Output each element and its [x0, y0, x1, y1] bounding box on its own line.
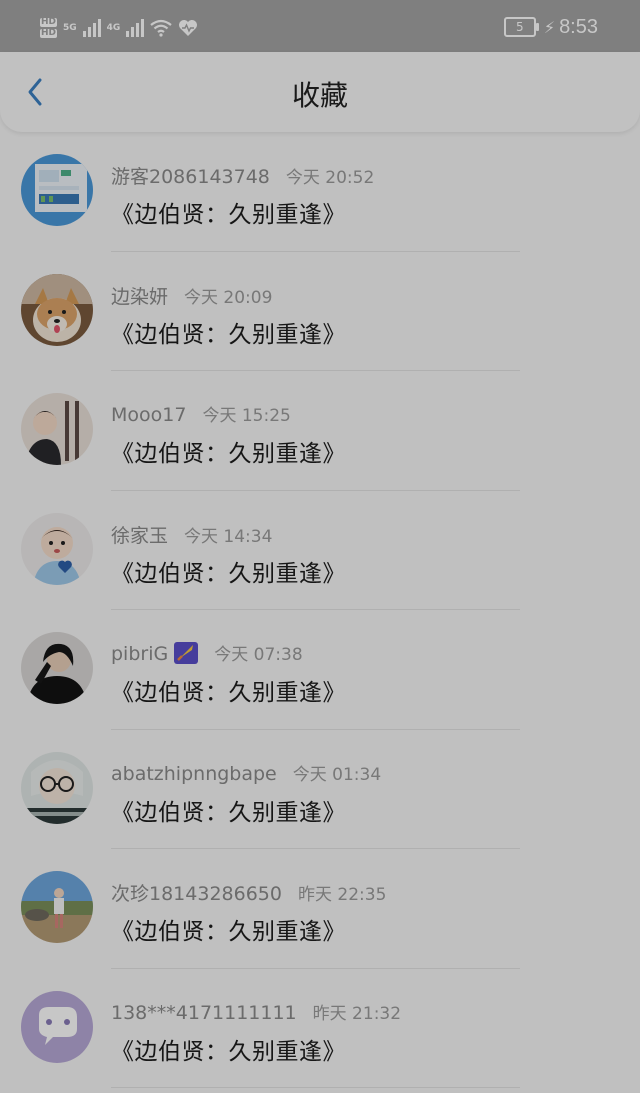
username[interactable]: Mooo17 [111, 404, 186, 426]
person-photo-avatar[interactable] [21, 393, 93, 465]
battery-level: 5 [516, 20, 524, 34]
username[interactable]: 徐家玉 [111, 525, 168, 547]
status-right: 5 ⚡ 8:53 [503, 12, 598, 42]
book-title[interactable]: 《边伯贤：久别重逢》 [111, 912, 346, 946]
timestamp: 今天 20:09 [184, 287, 273, 308]
book-title[interactable]: 《边伯贤：久别重逢》 [111, 554, 346, 588]
page-title: 收藏 [291, 79, 348, 112]
favorite-meta: pibriG 今天 07:38 [111, 640, 303, 665]
rocket-icon [174, 642, 199, 664]
favorite-item[interactable]: pibriG 今天 07:38 《边伯贤：久别重逢》 [0, 610, 640, 730]
book-title[interactable]: 《边伯贤：久别重逢》 [111, 195, 346, 229]
signal-1-icon [82, 19, 101, 37]
status-bar: HD HD 5G 4G 5 ⚡ 8:53 [0, 0, 640, 52]
timestamp: 今天 07:38 [214, 645, 303, 665]
username[interactable]: 游客2086143748 [111, 166, 270, 188]
username[interactable]: 边染妍 [111, 286, 168, 308]
timestamp: 今天 01:34 [292, 764, 382, 785]
favorite-item[interactable]: 次珍18143286650 昨天 22:35 《边伯贤：久别重逢》 [0, 849, 640, 969]
signal-2-icon [126, 19, 145, 37]
favorite-meta: 徐家玉 今天 14:34 [111, 521, 272, 548]
timestamp: 昨天 21:32 [312, 1003, 402, 1024]
timestamp: 昨天 22:35 [297, 885, 387, 905]
screenshot-avatar[interactable] [21, 154, 93, 226]
favorite-item[interactable]: 138***4171111111 昨天 21:32 《边伯贤：久别重逢》 [0, 969, 640, 1088]
favorite-item[interactable]: abatzhipnngbape 今天 01:34 《边伯贤：久别重逢》 [0, 730, 640, 849]
favorite-meta: 边染妍 今天 20:09 [111, 282, 272, 309]
favorite-meta: abatzhipnngbape 今天 01:34 [111, 760, 381, 785]
wifi-icon [150, 19, 173, 37]
book-title[interactable]: 《边伯贤：久别重逢》 [111, 793, 346, 827]
timestamp: 今天 14:34 [184, 526, 273, 547]
book-title[interactable]: 《边伯贤：久别重逢》 [111, 1032, 346, 1066]
health-heart-icon [179, 20, 198, 36]
username[interactable]: pibriG [111, 643, 168, 665]
battery-icon: 5 [503, 17, 539, 37]
beach-photo-avatar[interactable] [21, 871, 93, 943]
charging-bolt-icon: ⚡ [543, 17, 556, 37]
favorites-list: 游客2086143748 今天 20:52 《边伯贤：久别重逢》 边染妍 今天 20… [0, 132, 640, 1088]
hd-icon: HD HD [40, 17, 58, 38]
favorite-item[interactable]: 游客2086143748 今天 20:52 《边伯贤：久别重逢》 [0, 132, 640, 252]
signal-2-label: 4G [106, 22, 121, 33]
dog-photo-avatar[interactable] [21, 273, 93, 346]
favorite-meta: 138***4171111111 昨天 21:32 [111, 999, 401, 1024]
username[interactable]: 138***4171111111 [111, 1002, 297, 1024]
favorite-meta: Mooo17 今天 15:25 [111, 401, 291, 426]
dark-portrait-avatar[interactable] [21, 632, 93, 704]
book-title[interactable]: 《边伯贤：久别重逢》 [111, 315, 346, 349]
status-left: HD HD 5G 4G [40, 14, 198, 42]
favorite-item[interactable]: 边染妍 今天 20:09 《边伯贤：久别重逢》 [0, 252, 640, 371]
favorite-meta: 次珍18143286650 昨天 22:35 [111, 879, 386, 906]
username[interactable]: 次珍18143286650 [111, 883, 282, 905]
favorite-item[interactable]: Mooo17 今天 15:25 《边伯贤：久别重逢》 [0, 371, 640, 491]
glasses-avatar[interactable] [21, 751, 93, 824]
book-title[interactable]: 《边伯贤：久别重逢》 [111, 434, 346, 468]
default-chat-avatar[interactable] [21, 990, 93, 1063]
favorite-meta: 游客2086143748 今天 20:52 [111, 162, 374, 189]
signal-1-label: 5G [63, 22, 77, 33]
timestamp: 今天 15:25 [202, 406, 291, 426]
divider [111, 1087, 520, 1088]
header: 收藏 [0, 52, 640, 132]
book-title[interactable]: 《边伯贤：久别重逢》 [111, 673, 346, 707]
username[interactable]: abatzhipnngbape [111, 763, 277, 785]
status-time: 8:53 [559, 15, 598, 38]
child-heart-avatar[interactable] [21, 512, 93, 585]
favorite-item[interactable]: 徐家玉 今天 14:34 《边伯贤：久别重逢》 [0, 491, 640, 610]
timestamp: 今天 20:52 [285, 168, 375, 188]
